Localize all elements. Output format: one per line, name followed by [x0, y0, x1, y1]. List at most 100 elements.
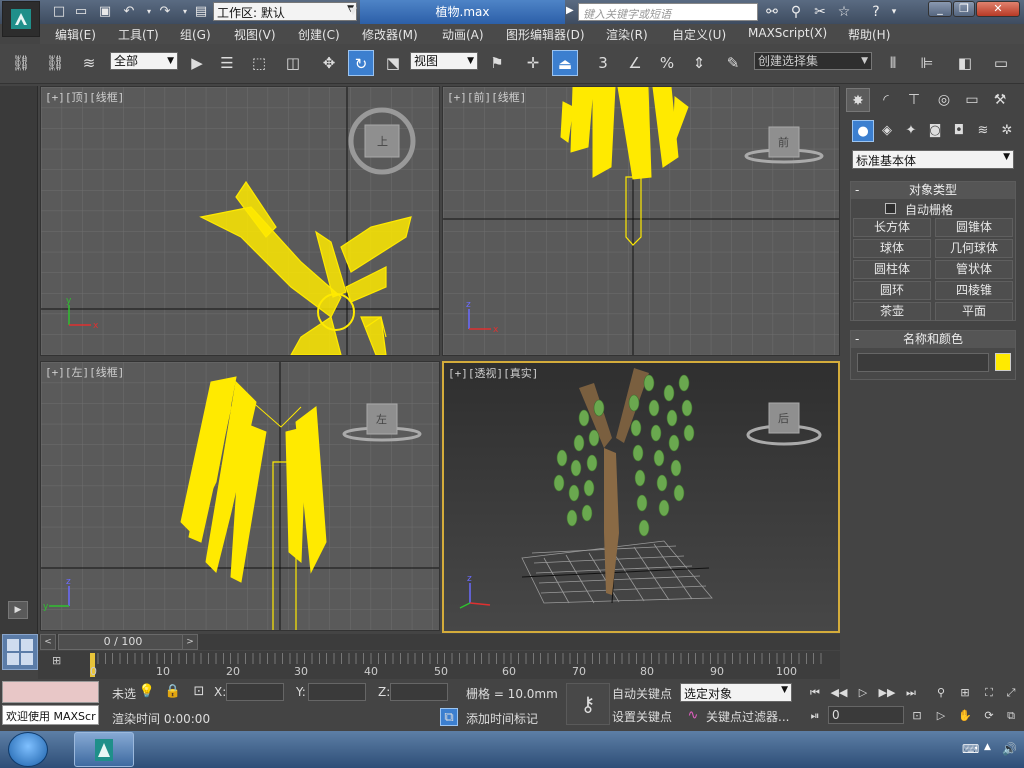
menu-maxscript[interactable]: MAXScript(X): [748, 26, 827, 40]
key-mode-select[interactable]: 选定对象 ▼: [680, 683, 792, 702]
spinner-snap-icon[interactable]: ⇕: [686, 50, 712, 76]
utilities-tab-icon[interactable]: ⚒: [988, 88, 1012, 112]
time-tag-icon[interactable]: ⧉: [440, 708, 458, 726]
menu-edit[interactable]: 编辑(E): [55, 26, 96, 43]
zoom-extents-icon[interactable]: ⛶: [978, 684, 1000, 702]
menu-help[interactable]: 帮助(H): [848, 26, 890, 43]
viewport-front-label[interactable]: [+][前][线框]: [447, 89, 526, 105]
z-coordinate-field[interactable]: [390, 683, 448, 701]
volume-icon[interactable]: 🔊: [1002, 742, 1017, 756]
cameras-icon[interactable]: ◙: [924, 120, 946, 142]
move-icon[interactable]: ✥: [316, 50, 342, 76]
redo-icon[interactable]: ↷: [156, 3, 174, 21]
isolate-selection-icon[interactable]: 💡: [138, 683, 156, 701]
rectangular-selection-icon[interactable]: ⬚: [246, 50, 272, 76]
display-tab-icon[interactable]: ▭: [960, 88, 984, 112]
set-key-button[interactable]: 设置关键点: [612, 708, 672, 725]
object-color-swatch[interactable]: [995, 353, 1011, 371]
viewcube-front-face[interactable]: 前: [778, 134, 789, 150]
keyboard-tray-icon[interactable]: ⌨: [962, 742, 979, 756]
search-input[interactable]: 键入关键字或短语: [578, 3, 758, 21]
menu-tools[interactable]: 工具(T): [118, 26, 159, 43]
previous-frame-icon[interactable]: <: [40, 634, 56, 650]
teapot-button[interactable]: 茶壶: [853, 302, 931, 321]
graphite-ribbon-icon[interactable]: ▭: [988, 50, 1014, 76]
star-icon[interactable]: ☆: [834, 3, 854, 21]
save-file-icon[interactable]: ▣: [96, 3, 114, 21]
minimize-button[interactable]: _: [928, 1, 952, 17]
auto-key-button[interactable]: 自动关键点: [612, 685, 672, 702]
next-frame-icon[interactable]: >: [182, 634, 198, 650]
taskbar-3dsmax-button[interactable]: [74, 732, 134, 767]
x-coordinate-field[interactable]: [226, 683, 284, 701]
scale-icon[interactable]: ⬔: [380, 50, 406, 76]
maximize-button[interactable]: ❐: [953, 1, 975, 17]
space-warps-icon[interactable]: ≋: [972, 120, 994, 142]
name-color-header[interactable]: - 名称和颜色: [851, 331, 1015, 348]
reference-coordinate-select[interactable]: 视图 ▼: [410, 52, 478, 70]
object-name-field[interactable]: [857, 353, 989, 372]
go-to-end-icon[interactable]: ⏭: [900, 684, 922, 702]
viewcube-left-face[interactable]: 左: [376, 411, 387, 427]
unlink-icon[interactable]: ⛓: [42, 50, 68, 76]
tray-arrow-icon[interactable]: ▲: [984, 742, 991, 752]
set-key-icon[interactable]: ⚷: [566, 683, 610, 725]
cylinder-button[interactable]: 圆柱体: [853, 260, 931, 279]
expand-arrow-icon[interactable]: ▶: [8, 601, 28, 619]
time-slider-thumb[interactable]: 0 / 100: [58, 634, 188, 650]
plane-button[interactable]: 平面: [935, 302, 1013, 321]
systems-icon[interactable]: ✲: [996, 120, 1018, 142]
manipulate-icon[interactable]: ✛: [520, 50, 546, 76]
menu-rendering[interactable]: 渲染(R): [606, 26, 648, 43]
pan-icon[interactable]: ✋: [954, 707, 976, 725]
orbit-icon[interactable]: ⟳: [978, 707, 1000, 725]
selection-lock-icon[interactable]: 🔒: [164, 683, 182, 701]
edit-named-selection-icon[interactable]: ✎: [720, 50, 746, 76]
hierarchy-tab-icon[interactable]: ⊤: [902, 88, 926, 112]
helpers-icon[interactable]: ◘: [948, 120, 970, 142]
app-menu-button[interactable]: [2, 1, 40, 37]
menu-views[interactable]: 视图(V): [234, 26, 276, 43]
zoom-icon[interactable]: ⚲: [930, 684, 952, 702]
project-folder-icon[interactable]: ▤: [192, 3, 210, 21]
bind-space-warp-icon[interactable]: ≋: [76, 50, 102, 76]
viewport-perspective[interactable]: z [+][透视][真实] 后: [442, 361, 840, 633]
window-crossing-icon[interactable]: ◫: [280, 50, 306, 76]
layer-manager-icon[interactable]: ◧: [952, 50, 978, 76]
menu-graph-editors[interactable]: 图形编辑器(D): [506, 26, 585, 43]
viewport-left[interactable]: z y [+][左][线框] 左: [40, 361, 440, 631]
zoom-extents-all-icon[interactable]: ⤢: [1000, 684, 1022, 702]
next-key-icon[interactable]: ▶▶: [876, 684, 898, 702]
angle-snap-icon[interactable]: ∠: [622, 50, 648, 76]
mini-curve-editor-icon[interactable]: ⊞: [52, 654, 61, 667]
key-search-icon[interactable]: ⚲: [786, 3, 806, 21]
torus-button[interactable]: 圆环: [853, 281, 931, 300]
help-icon[interactable]: ?: [866, 3, 886, 21]
pyramid-button[interactable]: 四棱锥: [935, 281, 1013, 300]
motion-tab-icon[interactable]: ◎: [932, 88, 956, 112]
named-selection-set-select[interactable]: 创建选择集 ▼: [754, 52, 872, 70]
maximize-viewport-icon[interactable]: ⧉: [1000, 707, 1022, 725]
modify-tab-icon[interactable]: ◜: [874, 88, 898, 112]
rotate-icon[interactable]: ↻: [348, 50, 374, 76]
mirror-icon[interactable]: ⫴: [880, 50, 906, 76]
open-file-icon[interactable]: ▭: [72, 3, 90, 21]
maxscript-prompt[interactable]: 欢迎使用 MAXScr: [2, 705, 99, 725]
time-slider[interactable]: < 0 / 100 >: [38, 634, 840, 650]
lights-icon[interactable]: ✦: [900, 120, 922, 142]
new-file-icon[interactable]: □: [50, 3, 68, 21]
menu-animation[interactable]: 动画(A): [442, 26, 484, 43]
shapes-icon[interactable]: ◈: [876, 120, 898, 142]
key-tangent-icon[interactable]: ∿: [684, 707, 702, 725]
time-configuration-icon[interactable]: ⊡: [906, 707, 928, 725]
keyboard-shortcut-override-icon[interactable]: ⏏: [552, 50, 578, 76]
workspace-select[interactable]: 工作区: 默认 ▼: [213, 2, 357, 21]
menu-group[interactable]: 组(G): [180, 26, 211, 43]
align-icon[interactable]: ⊫: [914, 50, 940, 76]
menu-customize[interactable]: 自定义(U): [672, 26, 726, 43]
menu-create[interactable]: 创建(C): [298, 26, 340, 43]
select-by-name-icon[interactable]: ☰: [214, 50, 240, 76]
geometry-icon[interactable]: ●: [852, 120, 874, 142]
current-frame-field[interactable]: 0: [828, 706, 904, 724]
object-category-select[interactable]: 标准基本体 ▼: [852, 150, 1014, 169]
